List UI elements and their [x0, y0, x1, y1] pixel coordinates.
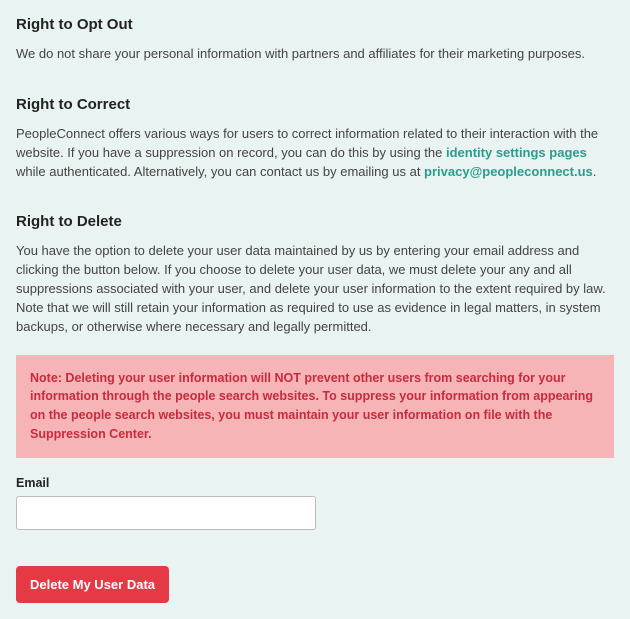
email-field[interactable]: [16, 496, 316, 530]
section-delete: Right to Delete You have the option to d…: [16, 213, 614, 602]
identity-settings-link[interactable]: identity settings pages: [446, 145, 587, 160]
text-delete: You have the option to delete your user …: [16, 242, 614, 336]
correct-mid: while authenticated. Alternatively, you …: [16, 164, 424, 179]
delete-warning-note: Note: Deleting your user information wil…: [16, 355, 614, 458]
section-correct: Right to Correct PeopleConnect offers va…: [16, 96, 614, 182]
delete-user-data-button[interactable]: Delete My User Data: [16, 566, 169, 603]
heading-correct: Right to Correct: [16, 96, 614, 113]
section-opt-out: Right to Opt Out We do not share your pe…: [16, 16, 614, 64]
email-label: Email: [16, 476, 614, 490]
heading-delete: Right to Delete: [16, 213, 614, 230]
text-opt-out: We do not share your personal informatio…: [16, 45, 614, 64]
text-correct: PeopleConnect offers various ways for us…: [16, 125, 614, 182]
privacy-email-link[interactable]: privacy@peopleconnect.us: [424, 164, 593, 179]
heading-opt-out: Right to Opt Out: [16, 16, 614, 33]
correct-post: .: [593, 164, 597, 179]
